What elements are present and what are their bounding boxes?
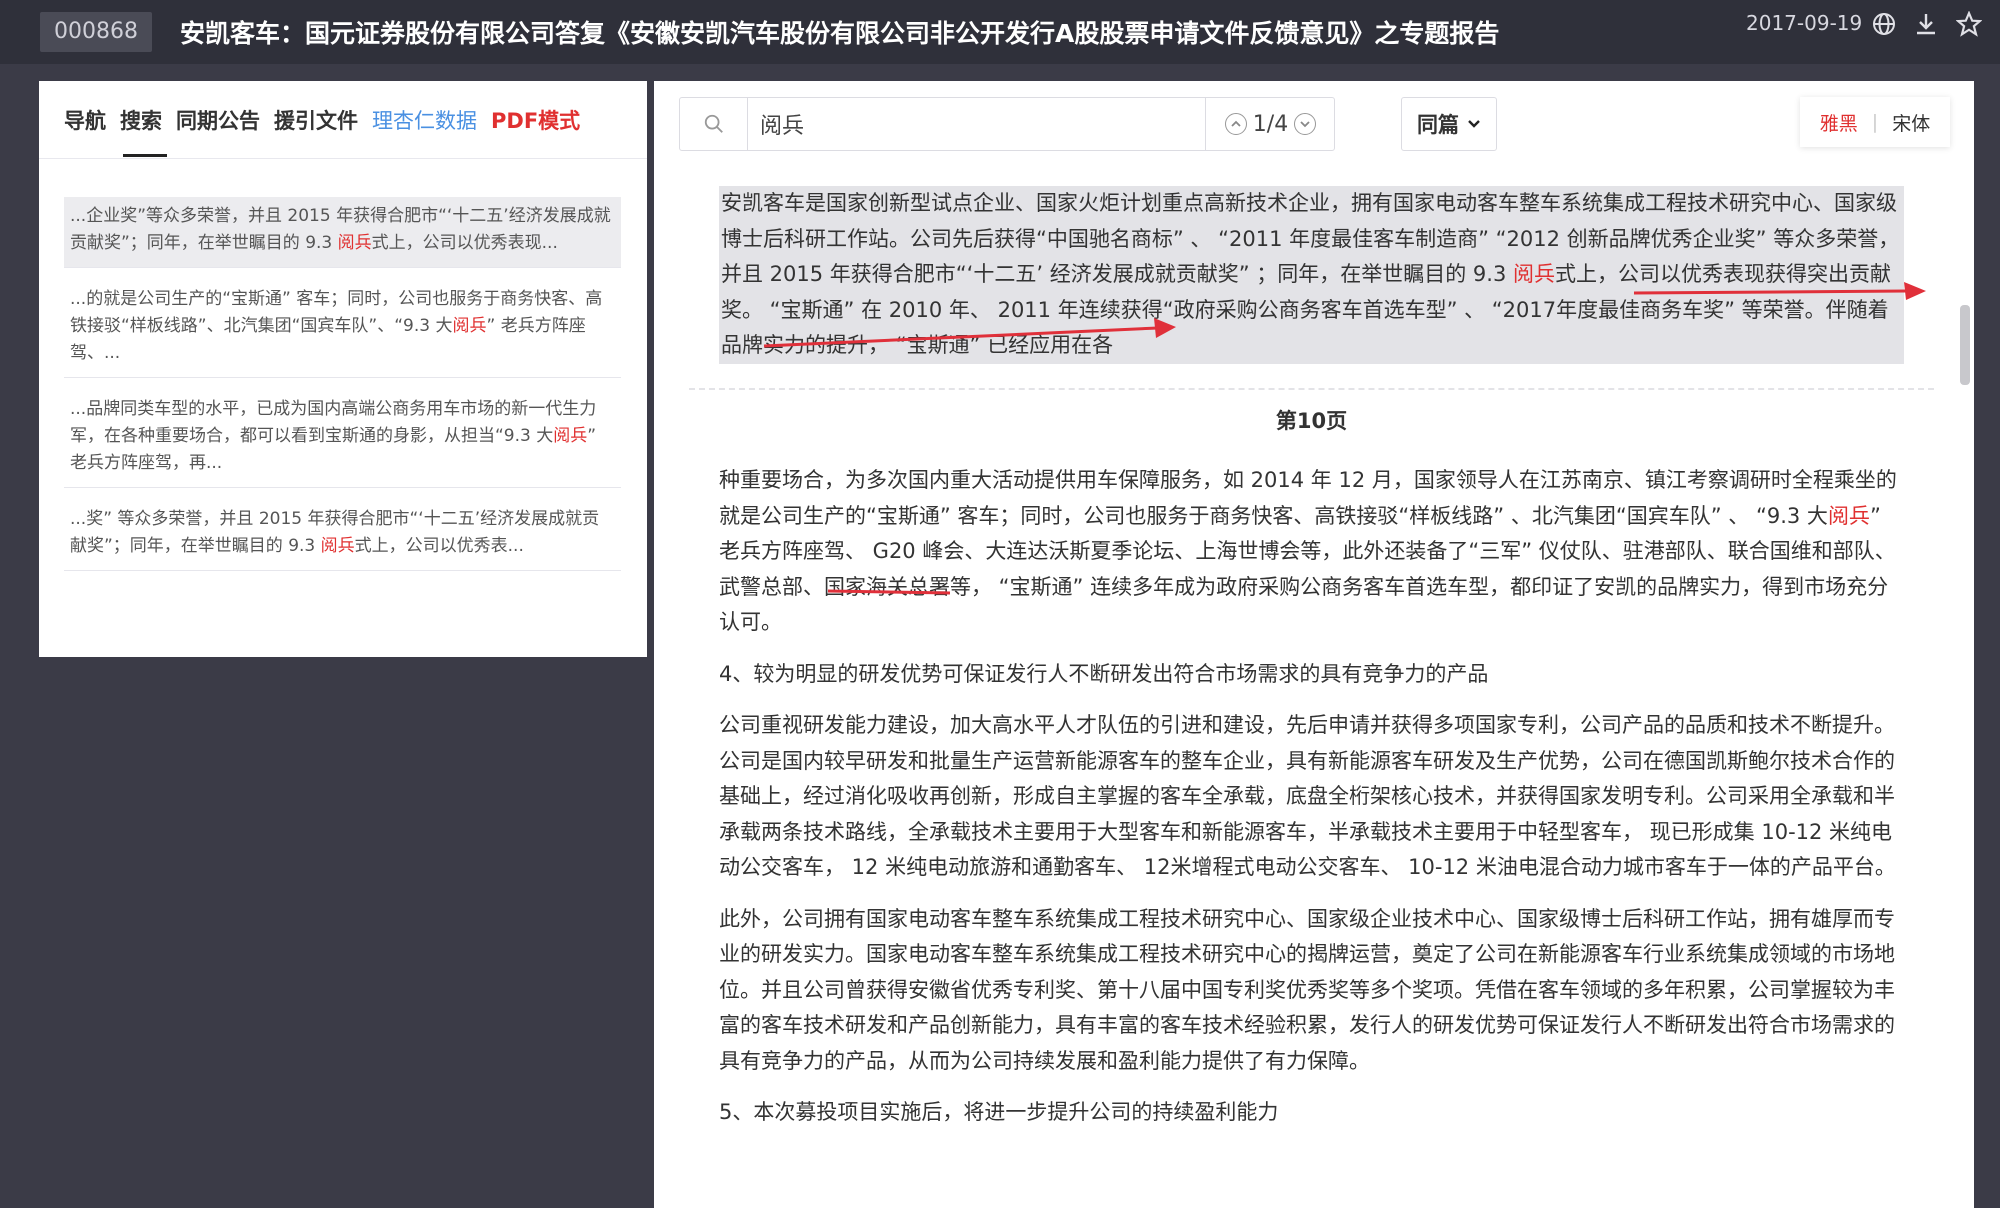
paragraph: 种重要场合，为多次国内重大活动提供用车保障服务，如 2014 年 12 月，国家… xyxy=(719,463,1904,641)
prev-match-icon[interactable] xyxy=(1224,113,1247,135)
search-scope-value: 同篇 xyxy=(1417,113,1459,137)
star-icon[interactable] xyxy=(1955,10,1983,38)
left-tab-bar: 导航 搜索 同期公告 援引文件 理杏仁数据 PDF模式 xyxy=(39,81,647,159)
tab-lixingren-data[interactable]: 理杏仁数据 xyxy=(372,105,477,135)
document-panel: 1/4 同篇 雅黑 | 宋体 安凯客车是国家创新型试点企业、国家火炬计划重点高新… xyxy=(654,81,1974,1208)
stock-code: 000868 xyxy=(40,12,152,52)
search-result-item[interactable]: ...奖” 等众多荣誉，并且 2015 年获得合肥市“‘十二五’经济发展成就贡献… xyxy=(64,500,621,571)
search-icon[interactable] xyxy=(680,98,748,150)
paragraph: 此外，公司拥有国家电动客车整车系统集成工程技术研究中心、国家级企业技术中心、国家… xyxy=(719,906,1895,1073)
result-highlight: 阅兵 xyxy=(553,426,588,446)
result-highlight: 阅兵 xyxy=(320,536,355,556)
tab-pdf-mode[interactable]: PDF模式 xyxy=(491,105,580,135)
font-yahei-button[interactable]: 雅黑 xyxy=(1820,109,1858,136)
scrollbar-thumb[interactable] xyxy=(1960,305,1970,385)
paragraph: 公司重视研发能力建设，加大高水平人才队伍的引进和建设，先后申请并获得多项国家专利… xyxy=(719,713,1896,879)
result-text: 式上，公司以优秀表... xyxy=(354,536,524,556)
document-title: 安凯客车：国元证券股份有限公司答复《安徽安凯汽车股份有限公司非公开发行A股股票申… xyxy=(179,19,1500,48)
next-match-icon[interactable] xyxy=(1294,113,1317,135)
search-scope-select[interactable]: 同篇 xyxy=(1401,97,1497,151)
document-body: 安凯客车是国家创新型试点企业、国家火炬计划重点高新技术企业，拥有国家电动客车整车… xyxy=(689,186,1934,1147)
chevron-down-icon xyxy=(1468,120,1480,128)
page-separator xyxy=(689,387,1934,390)
tab-navigation[interactable]: 导航 xyxy=(64,105,106,135)
font-songti-button[interactable]: 宋体 xyxy=(1892,109,1930,136)
search-input[interactable] xyxy=(760,106,1080,142)
match-navigator: 1/4 xyxy=(1205,98,1335,150)
search-box: 1/4 xyxy=(679,97,1335,151)
match-highlight: 阅兵 xyxy=(1513,262,1555,286)
tab-search[interactable]: 搜索 xyxy=(120,105,162,135)
search-result-item[interactable]: ...的就是公司生产的“宝斯通” 客车；同时，公司也服务于商务快客、高铁接驳“样… xyxy=(64,280,621,378)
result-highlight: 阅兵 xyxy=(452,316,487,336)
highlighted-paragraph: 安凯客车是国家创新型试点企业、国家火炬计划重点高新技术企业，拥有国家电动客车整车… xyxy=(719,186,1904,364)
result-text: ...品牌同类车型的水平，已成为国内高端公商务用车市场的新一代生力军，在各种重要… xyxy=(70,399,597,446)
search-result-item[interactable]: ...品牌同类车型的水平，已成为国内高端公商务用车市场的新一代生力军，在各种重要… xyxy=(64,390,621,488)
search-results: ...企业奖”等众多荣誉，并且 2015 年获得合肥市“‘十二五’经济发展成就贡… xyxy=(39,159,647,571)
search-result-item[interactable]: ...企业奖”等众多荣誉，并且 2015 年获得合肥市“‘十二五’经济发展成就贡… xyxy=(64,197,621,268)
paragraph-text: 种重要场合，为多次国内重大活动提供用车保障服务，如 2014 年 12 月，国家… xyxy=(719,468,1897,528)
section-heading: 5、本次募投项目实施后，将进一步提升公司的持续盈利能力 xyxy=(719,1100,1279,1124)
font-switcher: 雅黑 | 宋体 xyxy=(1800,97,1950,147)
download-icon[interactable] xyxy=(1912,10,1940,38)
tab-cited-files[interactable]: 援引文件 xyxy=(274,105,358,135)
globe-icon[interactable] xyxy=(1870,10,1898,38)
left-panel: 导航 搜索 同期公告 援引文件 理杏仁数据 PDF模式 ...企业奖”等众多荣誉… xyxy=(39,81,647,657)
section-heading: 4、较为明显的研发优势可保证发行人不断研发出符合市场需求的具有竞争力的产品 xyxy=(719,661,1489,686)
top-bar: 000868 安凯客车：国元证券股份有限公司答复《安徽安凯汽车股份有限公司非公开… xyxy=(0,0,2000,64)
publish-date: 2017-09-19 xyxy=(1746,11,1863,35)
font-divider: | xyxy=(1871,111,1879,133)
page-number-label: 第10页 xyxy=(1275,408,1348,433)
match-highlight: 阅兵 xyxy=(1827,503,1870,528)
result-highlight: 阅兵 xyxy=(337,233,372,253)
active-tab-indicator xyxy=(123,154,167,157)
tab-same-period[interactable]: 同期公告 xyxy=(176,105,260,135)
result-text: 式上，公司以优秀表现... xyxy=(371,233,558,253)
match-counter: 1/4 xyxy=(1252,111,1289,137)
